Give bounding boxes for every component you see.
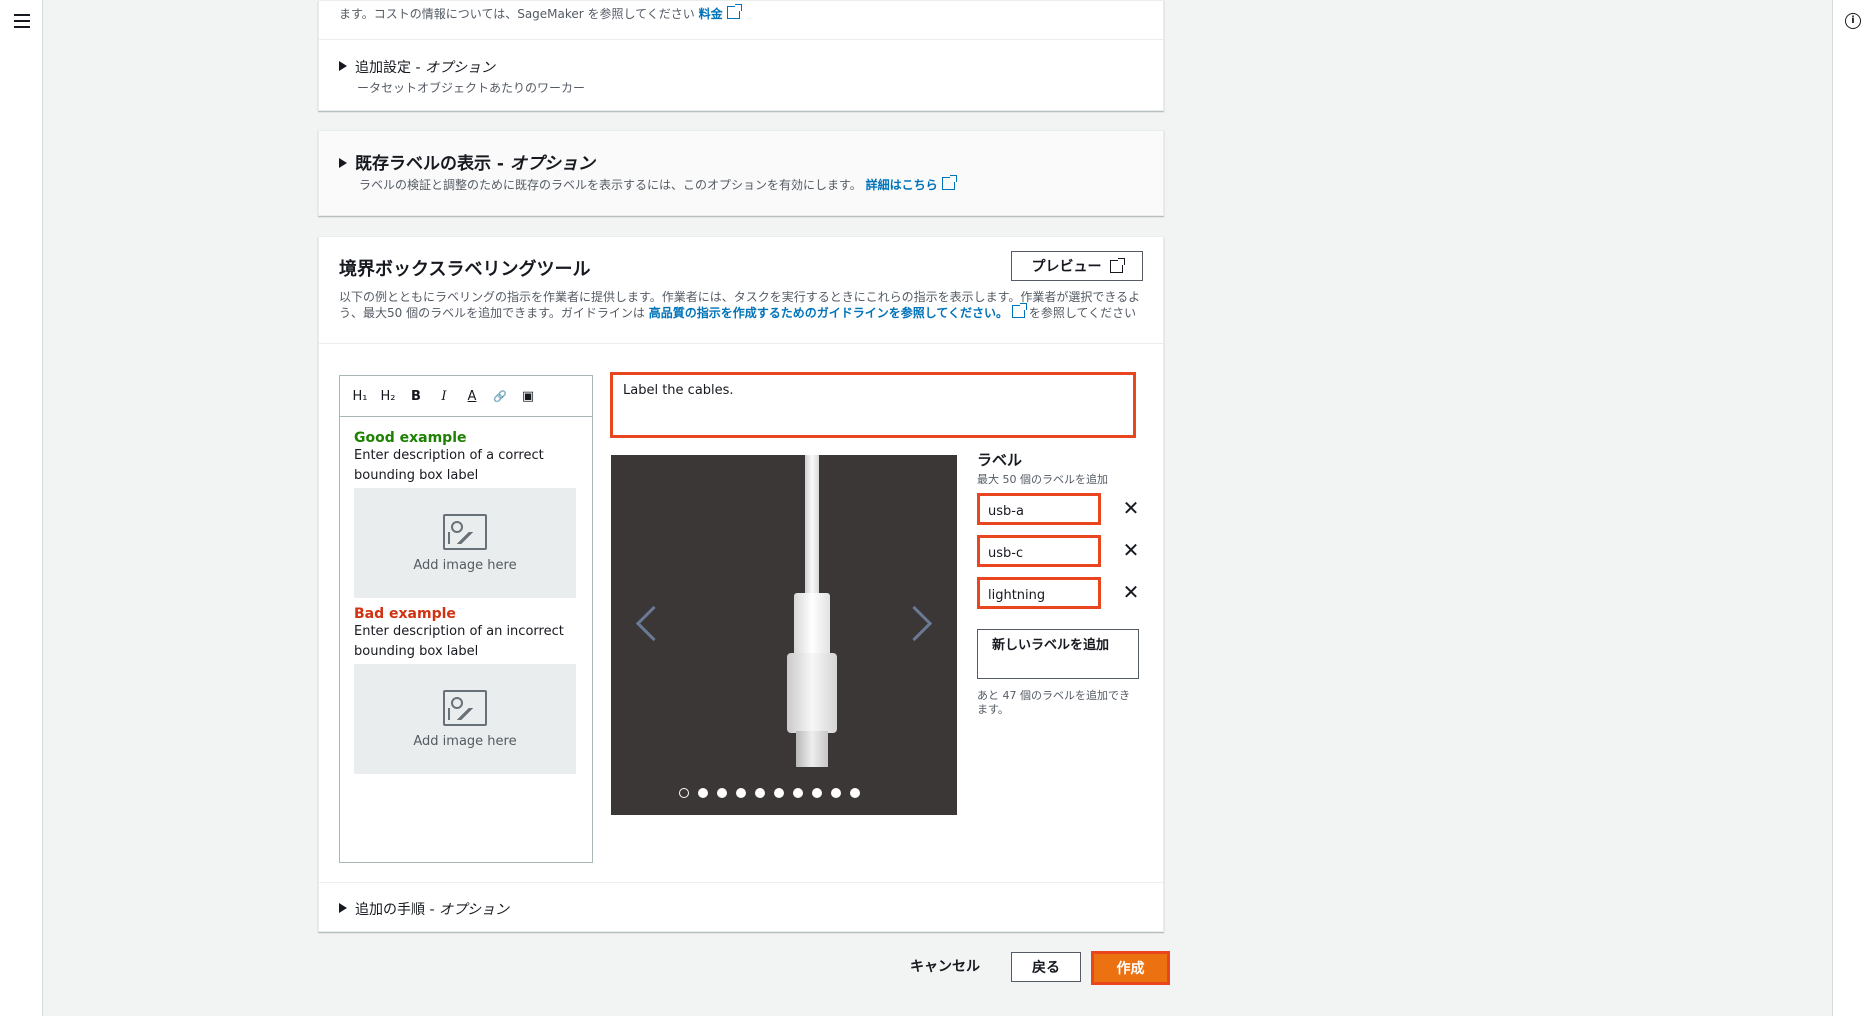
- cable-illustration: [787, 653, 837, 733]
- bad-example: Bad example Enter description of an inco…: [354, 606, 579, 662]
- sample-image-carousel: [611, 455, 957, 815]
- right-tools-rail: i: [1832, 0, 1873, 1016]
- cost-text: ます。コストの情報については、SageMaker を参照してください: [339, 7, 695, 21]
- additional-steps-title: 追加の手順 -: [355, 902, 439, 918]
- label-input[interactable]: usb-a: [977, 493, 1101, 525]
- preview-label: プレビュー: [1031, 259, 1102, 275]
- carousel-dot[interactable]: [679, 788, 689, 798]
- divider: [319, 343, 1163, 344]
- external-link-icon: [726, 4, 742, 19]
- italic-icon[interactable]: I: [436, 389, 452, 404]
- carousel-dot[interactable]: [812, 788, 822, 798]
- bad-example-description: Enter description of an incorrect boundi…: [354, 624, 564, 659]
- existing-labels-toggle[interactable]: 既存ラベルの表示 - オプション: [339, 149, 595, 174]
- learn-more-link[interactable]: 詳細はこちら: [866, 178, 938, 192]
- label-row: usb-a ✕: [977, 493, 1142, 533]
- editor-toolbar: H₁ H₂ B I A 🔗 ▣: [340, 376, 592, 417]
- instructions-editor[interactable]: H₁ H₂ B I A 🔗 ▣ Good example Enter descr…: [339, 375, 593, 863]
- carousel-prev-icon[interactable]: [635, 605, 672, 642]
- expand-caret-icon: [339, 903, 347, 913]
- optional-label: オプション: [424, 60, 495, 76]
- carousel-dot[interactable]: [774, 788, 784, 798]
- remove-label-icon[interactable]: ✕: [1122, 582, 1140, 602]
- bounding-box-tool-panel: 境界ボックスラベリングツール プレビュー 以下の例とともにラベリングの指示を作業…: [318, 236, 1164, 932]
- cable-illustration: [794, 593, 830, 661]
- create-button[interactable]: 作成: [1091, 951, 1170, 985]
- expand-caret-icon: [339, 158, 347, 168]
- external-link-icon: [1012, 303, 1027, 318]
- tool-title: 境界ボックスラベリングツール: [339, 259, 591, 280]
- good-example: Good example Enter description of a corr…: [354, 430, 579, 486]
- left-navigation-rail: [0, 0, 43, 1016]
- external-link-icon: [941, 175, 957, 190]
- menu-icon[interactable]: [14, 14, 30, 28]
- label-input[interactable]: usb-c: [977, 535, 1101, 567]
- heading2-icon[interactable]: H₂: [380, 389, 396, 404]
- cable-illustration: [796, 731, 828, 767]
- good-example-title: Good example: [354, 430, 467, 446]
- additional-settings-subtitle: ータセットオブジェクトあたりのワーカー: [357, 81, 586, 95]
- label-row: lightning ✕: [977, 577, 1142, 617]
- good-example-description: Enter description of a correct bounding …: [354, 448, 544, 483]
- label-input[interactable]: lightning: [977, 577, 1101, 609]
- existing-labels-desc: ラベルの検証と調整のために既存のラベルを表示するには、このオプションを有効にしま…: [359, 175, 957, 193]
- tool-description: 以下の例とともにラベリングの指示を作業者に提供します。作業者には、タスクを実行す…: [339, 289, 1149, 321]
- additional-settings-title: 追加設定 -: [355, 60, 425, 76]
- carousel-dot[interactable]: [755, 788, 765, 798]
- preview-button[interactable]: プレビュー: [1011, 251, 1143, 281]
- optional-label: オプション: [438, 902, 509, 918]
- info-icon[interactable]: i: [1845, 13, 1861, 29]
- text-color-icon[interactable]: A: [464, 389, 480, 404]
- tool-description-end: を参照してください: [1028, 306, 1137, 320]
- pricing-link[interactable]: 料金: [699, 7, 723, 21]
- back-button[interactable]: 戻る: [1011, 952, 1081, 982]
- image-icon[interactable]: ▣: [520, 389, 536, 404]
- carousel-dot[interactable]: [793, 788, 803, 798]
- remove-label-icon[interactable]: ✕: [1122, 498, 1140, 518]
- image-placeholder-icon: [443, 513, 487, 550]
- existing-labels-title: 既存ラベルの表示 -: [355, 154, 510, 174]
- expand-caret-icon: [339, 61, 347, 71]
- existing-labels-panel: 既存ラベルの表示 - オプション ラベルの検証と調整のために既存のラベルを表示す…: [318, 130, 1164, 216]
- remove-label-icon[interactable]: ✕: [1122, 540, 1140, 560]
- add-image-label: Add image here: [413, 557, 517, 573]
- good-image-placeholder[interactable]: Add image here: [354, 488, 576, 598]
- carousel-dot[interactable]: [717, 788, 727, 798]
- guidelines-link[interactable]: 高品質の指示を作成するためのガイドラインを参照してください。: [649, 306, 1008, 320]
- image-placeholder-icon: [443, 689, 487, 726]
- label-row: usb-c ✕: [977, 535, 1142, 575]
- cost-info: ます。コストの情報については、SageMaker を参照してください 料金: [339, 4, 742, 22]
- divider: [319, 39, 1163, 40]
- labels-subtitle: 最大 50 個のラベルを追加: [977, 473, 1108, 486]
- carousel-dots: [679, 788, 860, 798]
- cancel-button[interactable]: キャンセル: [898, 952, 992, 980]
- add-label-button[interactable]: 新しいラベルを追加: [977, 629, 1139, 679]
- optional-label: オプション: [509, 154, 595, 174]
- labels-remaining: あと 47 個のラベルを追加できます。: [977, 689, 1130, 716]
- external-link-icon: [1109, 257, 1125, 273]
- short-instructions-input[interactable]: Label the cables.: [610, 372, 1136, 438]
- additional-settings-toggle[interactable]: 追加設定 - オプション: [339, 57, 495, 77]
- cable-illustration: [805, 455, 819, 595]
- bold-icon[interactable]: B: [408, 389, 424, 404]
- bad-example-title: Bad example: [354, 606, 456, 622]
- divider: [319, 882, 1163, 883]
- add-image-label: Add image here: [413, 733, 517, 749]
- carousel-dot[interactable]: [831, 788, 841, 798]
- heading1-icon[interactable]: H₁: [352, 389, 368, 404]
- carousel-dot[interactable]: [698, 788, 708, 798]
- link-icon[interactable]: 🔗: [492, 390, 508, 403]
- labels-title: ラベル: [977, 451, 1023, 469]
- additional-steps-toggle[interactable]: 追加の手順 - オプション: [339, 899, 509, 919]
- existing-labels-description: ラベルの検証と調整のために既存のラベルを表示するには、このオプションを有効にしま…: [359, 178, 862, 192]
- carousel-next-icon[interactable]: [896, 605, 933, 642]
- carousel-dot[interactable]: [736, 788, 746, 798]
- bad-image-placeholder[interactable]: Add image here: [354, 664, 576, 774]
- carousel-dot[interactable]: [850, 788, 860, 798]
- additional-settings-panel: ます。コストの情報については、SageMaker を参照してください 料金 追加…: [318, 0, 1164, 111]
